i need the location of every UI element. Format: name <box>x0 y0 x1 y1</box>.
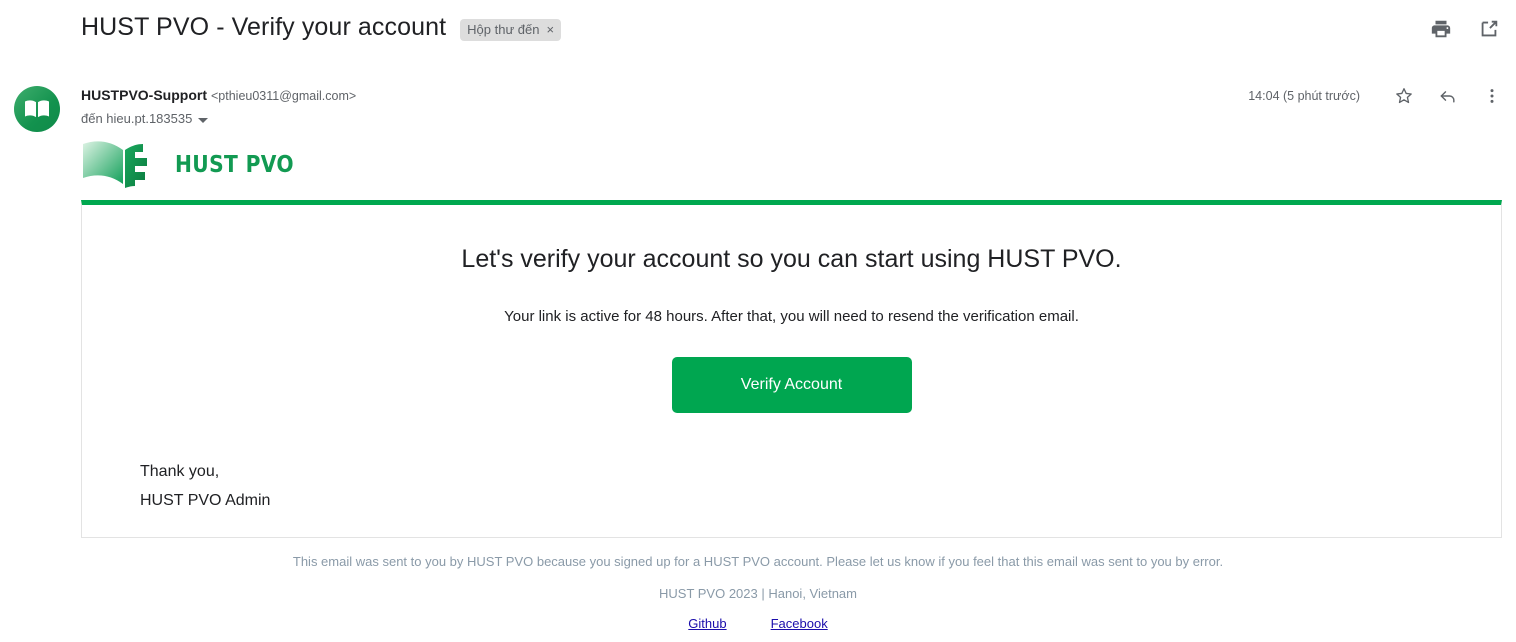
sender-line: HUSTPVO-Support <pthieu0311@gmail.com> <box>81 85 356 106</box>
email-signoff: Thank you, HUST PVO Admin <box>140 457 1501 515</box>
subject-area: HUST PVO - Verify your account Hộp thư đ… <box>81 13 562 42</box>
signoff-line-2: HUST PVO Admin <box>140 492 271 509</box>
email-subtext: Your link is active for 48 hours. After … <box>504 308 1079 325</box>
footer-copyright: HUST PVO 2023 | Hanoi, Vietnam <box>659 586 857 601</box>
email-footer: This email was sent to you by HUST PVO b… <box>0 552 1516 631</box>
verify-account-button[interactable]: Verify Account <box>671 357 912 413</box>
footer-disclaimer: This email was sent to you by HUST PVO b… <box>292 554 1224 569</box>
more-options-icon[interactable] <box>1482 86 1502 106</box>
chevron-down-icon[interactable] <box>198 117 209 123</box>
reply-icon[interactable] <box>1438 86 1458 106</box>
email-body-card: Let's verify your account so you can sta… <box>81 200 1502 538</box>
message-actions: 14:04 (5 phút trước) <box>1248 86 1502 106</box>
avatar[interactable] <box>14 86 60 132</box>
cta-container: Verify Account <box>82 357 1501 413</box>
sender-meta: HUSTPVO-Support <pthieu0311@gmail.com> đế… <box>81 85 356 129</box>
close-icon[interactable]: × <box>546 23 554 36</box>
sender-row: HUSTPVO-Support <pthieu0311@gmail.com> đế… <box>0 80 1516 136</box>
signoff-line-1: Thank you, <box>140 463 220 480</box>
sender-email[interactable]: <pthieu0311@gmail.com> <box>211 89 356 103</box>
book-icon <box>25 100 49 118</box>
brand-logo-text: HUST PVO <box>175 152 294 178</box>
label-chip-inbox[interactable]: Hộp thư đến × <box>460 18 562 41</box>
recipient-label: đến hieu.pt.183535 <box>81 111 193 126</box>
footer-links: Github Facebook <box>0 616 1516 631</box>
label-chip-text: Hộp thư đến <box>467 21 540 37</box>
hust-pvo-book-logo-icon <box>83 141 147 188</box>
recipient-line[interactable]: đến hieu.pt.183535 <box>81 109 356 129</box>
email-heading: Let's verify your account so you can sta… <box>461 245 1122 273</box>
footer-link-facebook[interactable]: Facebook <box>771 616 828 631</box>
open-in-new-window-icon[interactable] <box>1478 18 1500 40</box>
print-icon[interactable] <box>1430 18 1452 40</box>
brand-logo: HUST PVO <box>81 140 310 190</box>
footer-link-github[interactable]: Github <box>688 616 726 631</box>
page-title: HUST PVO - Verify your account <box>81 13 447 41</box>
header-actions <box>1430 18 1500 40</box>
sender-name[interactable]: HUSTPVO-Support <box>81 87 207 103</box>
star-icon[interactable] <box>1394 86 1414 106</box>
mail-header: HUST PVO - Verify your account Hộp thư đ… <box>0 0 1516 66</box>
message-timestamp: 14:04 (5 phút trước) <box>1248 89 1360 103</box>
